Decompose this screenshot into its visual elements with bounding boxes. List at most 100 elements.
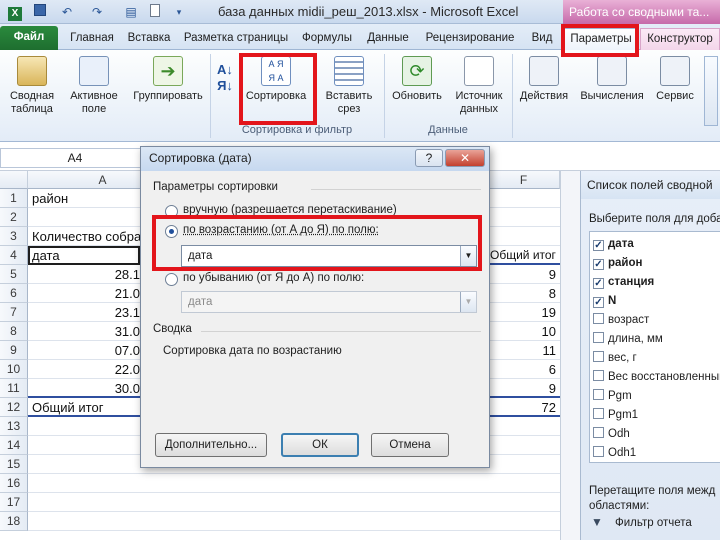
row-header[interactable]: 16 <box>0 474 28 493</box>
tab-home[interactable]: Главная <box>64 28 120 50</box>
ascending-field-select[interactable]: дата ▼ <box>181 245 477 267</box>
insert-slicer-button[interactable]: Вставить срез <box>318 56 380 116</box>
qat-customize-icon[interactable]: ▾ <box>172 4 186 20</box>
cell-f6[interactable]: 8 <box>490 284 556 303</box>
tab-pivot-design[interactable]: Конструктор <box>640 28 720 50</box>
sort-az-icon[interactable]: А↓ Я↓ <box>214 62 236 94</box>
radio-descending[interactable] <box>165 273 178 286</box>
row-header[interactable]: 5 <box>0 265 28 284</box>
group-button[interactable]: ➔ Группировать <box>126 56 210 103</box>
descending-field-select[interactable]: дата ▼ <box>181 291 477 313</box>
field-item[interactable]: длина, мм <box>593 330 663 349</box>
row-header[interactable]: 17 <box>0 493 28 512</box>
row-header[interactable]: 9 <box>0 341 28 360</box>
cell-f5[interactable]: 9 <box>490 265 556 284</box>
cell-f8[interactable]: 10 <box>490 322 556 341</box>
tab-view[interactable]: Вид <box>524 28 560 50</box>
checkbox-icon[interactable] <box>593 408 604 419</box>
chevron-down-icon[interactable]: ▼ <box>460 292 476 312</box>
cell-a7[interactable]: 23.1 <box>100 303 140 322</box>
row-header[interactable]: 8 <box>0 322 28 341</box>
checkbox-icon[interactable] <box>593 389 604 400</box>
row-header[interactable]: 13 <box>0 417 28 436</box>
checkbox-icon[interactable] <box>593 351 604 362</box>
row-header[interactable]: 1 <box>0 189 28 208</box>
more-options-button[interactable]: Дополнительно... <box>155 433 267 457</box>
field-item[interactable]: Pgm <box>593 387 632 406</box>
row-header[interactable]: 6 <box>0 284 28 303</box>
checkbox-icon[interactable] <box>593 427 604 438</box>
service-button[interactable]: Сервис <box>652 56 698 103</box>
sort-button[interactable]: А ЯЯ А Сортировка <box>240 56 312 103</box>
undo-icon[interactable]: ↶ <box>58 4 76 20</box>
row-header[interactable]: 10 <box>0 360 28 379</box>
row-header[interactable]: 4 <box>0 246 28 265</box>
field-item[interactable]: ✓ дата <box>593 235 634 254</box>
cell-a6[interactable]: 21.0 <box>100 284 140 303</box>
field-item[interactable]: Вес восстановленный <box>593 368 720 387</box>
radio-ascending[interactable] <box>165 225 178 238</box>
field-item[interactable]: ✓ N <box>593 292 616 311</box>
close-icon[interactable]: ✕ <box>445 149 485 167</box>
tab-review[interactable]: Рецензирование <box>418 28 522 50</box>
radio-manual[interactable] <box>165 205 178 218</box>
help-button[interactable]: ? <box>415 149 443 167</box>
vertical-scrollbar[interactable] <box>560 171 580 540</box>
cell-a12[interactable]: Общий итог <box>32 398 140 417</box>
cell-f10[interactable]: 6 <box>490 360 556 379</box>
cell-f12[interactable]: 72 <box>490 398 556 417</box>
actions-button[interactable]: Действия <box>514 56 574 103</box>
cell-a9[interactable]: 07.0 <box>100 341 140 360</box>
cell-a3[interactable]: Количество собра <box>32 227 140 246</box>
name-box[interactable]: A4 <box>0 148 150 168</box>
cell-f11[interactable]: 9 <box>490 379 556 398</box>
row-header[interactable]: 3 <box>0 227 28 246</box>
field-item[interactable]: ✓ район <box>593 254 642 273</box>
refresh-button[interactable]: ⟳ Обновить <box>386 56 448 103</box>
cell-a11[interactable]: 30.0 <box>100 379 140 398</box>
tab-formulas[interactable]: Формулы <box>296 28 358 50</box>
field-item[interactable]: ✓ станция <box>593 273 654 292</box>
cancel-button[interactable]: Отмена <box>371 433 449 457</box>
new-document-icon[interactable] <box>148 4 162 20</box>
row-header[interactable]: 14 <box>0 436 28 455</box>
tab-pivot-options[interactable]: Параметры <box>564 28 638 50</box>
quick-print-icon[interactable]: ▤ <box>122 4 140 20</box>
field-item[interactable]: Odh <box>593 425 630 444</box>
field-item[interactable]: возраст <box>593 311 649 330</box>
field-item[interactable]: Odh1 <box>593 444 636 463</box>
calculations-button[interactable]: Вычисления <box>576 56 648 103</box>
checkbox-checked-icon[interactable]: ✓ <box>593 259 604 270</box>
checkbox-icon[interactable] <box>593 446 604 457</box>
active-field-button[interactable]: Активное поле <box>64 56 124 116</box>
checkbox-checked-icon[interactable]: ✓ <box>593 278 604 289</box>
cell-f9[interactable]: 11 <box>490 341 557 360</box>
checkbox-icon[interactable] <box>593 370 604 381</box>
cell-f4[interactable]: Общий итог <box>490 246 556 265</box>
data-source-button[interactable]: Источник данных <box>448 56 510 116</box>
row-header[interactable]: 11 <box>0 379 28 398</box>
pivot-table-button[interactable]: Сводная таблица <box>2 56 62 116</box>
field-item[interactable]: Pgm1 <box>593 406 638 425</box>
chevron-down-icon[interactable]: ▼ <box>460 246 476 266</box>
cell-a5[interactable]: 28.1 <box>100 265 140 284</box>
field-item[interactable]: вес, г <box>593 349 637 368</box>
checkbox-checked-icon[interactable]: ✓ <box>593 240 604 251</box>
redo-icon[interactable]: ↷ <box>88 4 106 20</box>
row-header[interactable]: 18 <box>0 512 28 531</box>
cell-a1[interactable]: район <box>32 189 140 208</box>
row-header[interactable]: 15 <box>0 455 28 474</box>
ok-button[interactable]: ОК <box>281 433 359 457</box>
tab-data[interactable]: Данные <box>360 28 416 50</box>
row-header[interactable]: 2 <box>0 208 28 227</box>
cell-f7[interactable]: 19 <box>490 303 556 322</box>
cell-a4[interactable]: дата <box>32 246 140 265</box>
cell-a8[interactable]: 31.0 <box>100 322 140 341</box>
tab-page-layout[interactable]: Разметка страницы <box>178 28 294 50</box>
select-all-corner[interactable] <box>0 171 28 189</box>
tab-file[interactable]: Файл <box>0 26 58 50</box>
checkbox-icon[interactable] <box>593 313 604 324</box>
tab-insert[interactable]: Вставка <box>122 28 176 50</box>
cell-a10[interactable]: 22.0 <box>100 360 140 379</box>
checkbox-checked-icon[interactable]: ✓ <box>593 297 604 308</box>
